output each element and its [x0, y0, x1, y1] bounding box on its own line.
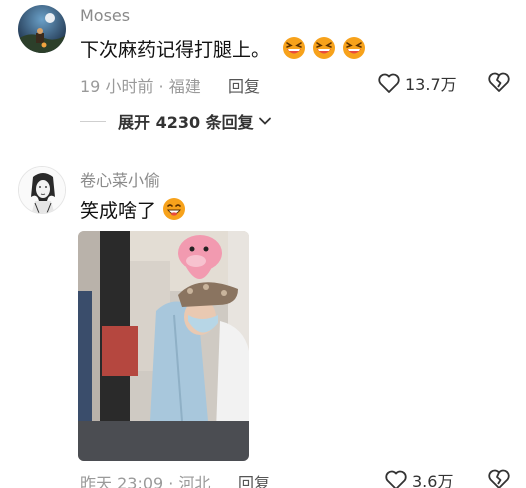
grinning-squint-emoji [343, 37, 366, 59]
heart-outline-icon [378, 73, 400, 93]
comment-text: 笑成啥了 [80, 195, 186, 223]
expand-replies-button[interactable]: 展开 4230 条回复 [80, 109, 272, 133]
like-button[interactable]: 3.6万 [384, 468, 453, 488]
grinning-squint-emoji [283, 37, 306, 59]
like-button[interactable]: 13.7万 [377, 71, 457, 95]
username[interactable]: Moses [80, 6, 130, 25]
comment-text-content: 笑成啥了 [80, 199, 157, 222]
grinning-squint-emoji [313, 37, 336, 59]
divider [80, 120, 106, 122]
username[interactable]: 卷心菜小偷 [80, 167, 160, 191]
like-count: 3.6万 [412, 472, 454, 488]
like-count: 13.7万 [405, 75, 457, 94]
comment-meta: 19 小时前 · 福建 [80, 77, 201, 96]
expand-replies-label: 展开 4230 条回复 [118, 113, 254, 132]
comment-text-content: 下次麻药记得打腿上。 [80, 38, 271, 61]
broken-heart-icon [488, 72, 510, 92]
reply-button[interactable]: 回复 [238, 470, 270, 488]
attached-photo[interactable] [78, 231, 249, 461]
comment-text: 下次麻药记得打腿上。 [80, 34, 366, 62]
avatar[interactable] [18, 166, 66, 214]
heart-outline-icon [385, 470, 407, 488]
avatar[interactable] [18, 5, 66, 53]
reply-button[interactable]: 回复 [228, 73, 260, 97]
dislike-button[interactable] [487, 71, 511, 97]
broken-heart-icon [488, 469, 510, 488]
comment-meta: 昨天 23:09 · 河北 [80, 474, 211, 488]
chevron-down-icon [258, 117, 271, 125]
dislike-button[interactable] [487, 468, 511, 488]
smiling-emoji [163, 198, 186, 220]
